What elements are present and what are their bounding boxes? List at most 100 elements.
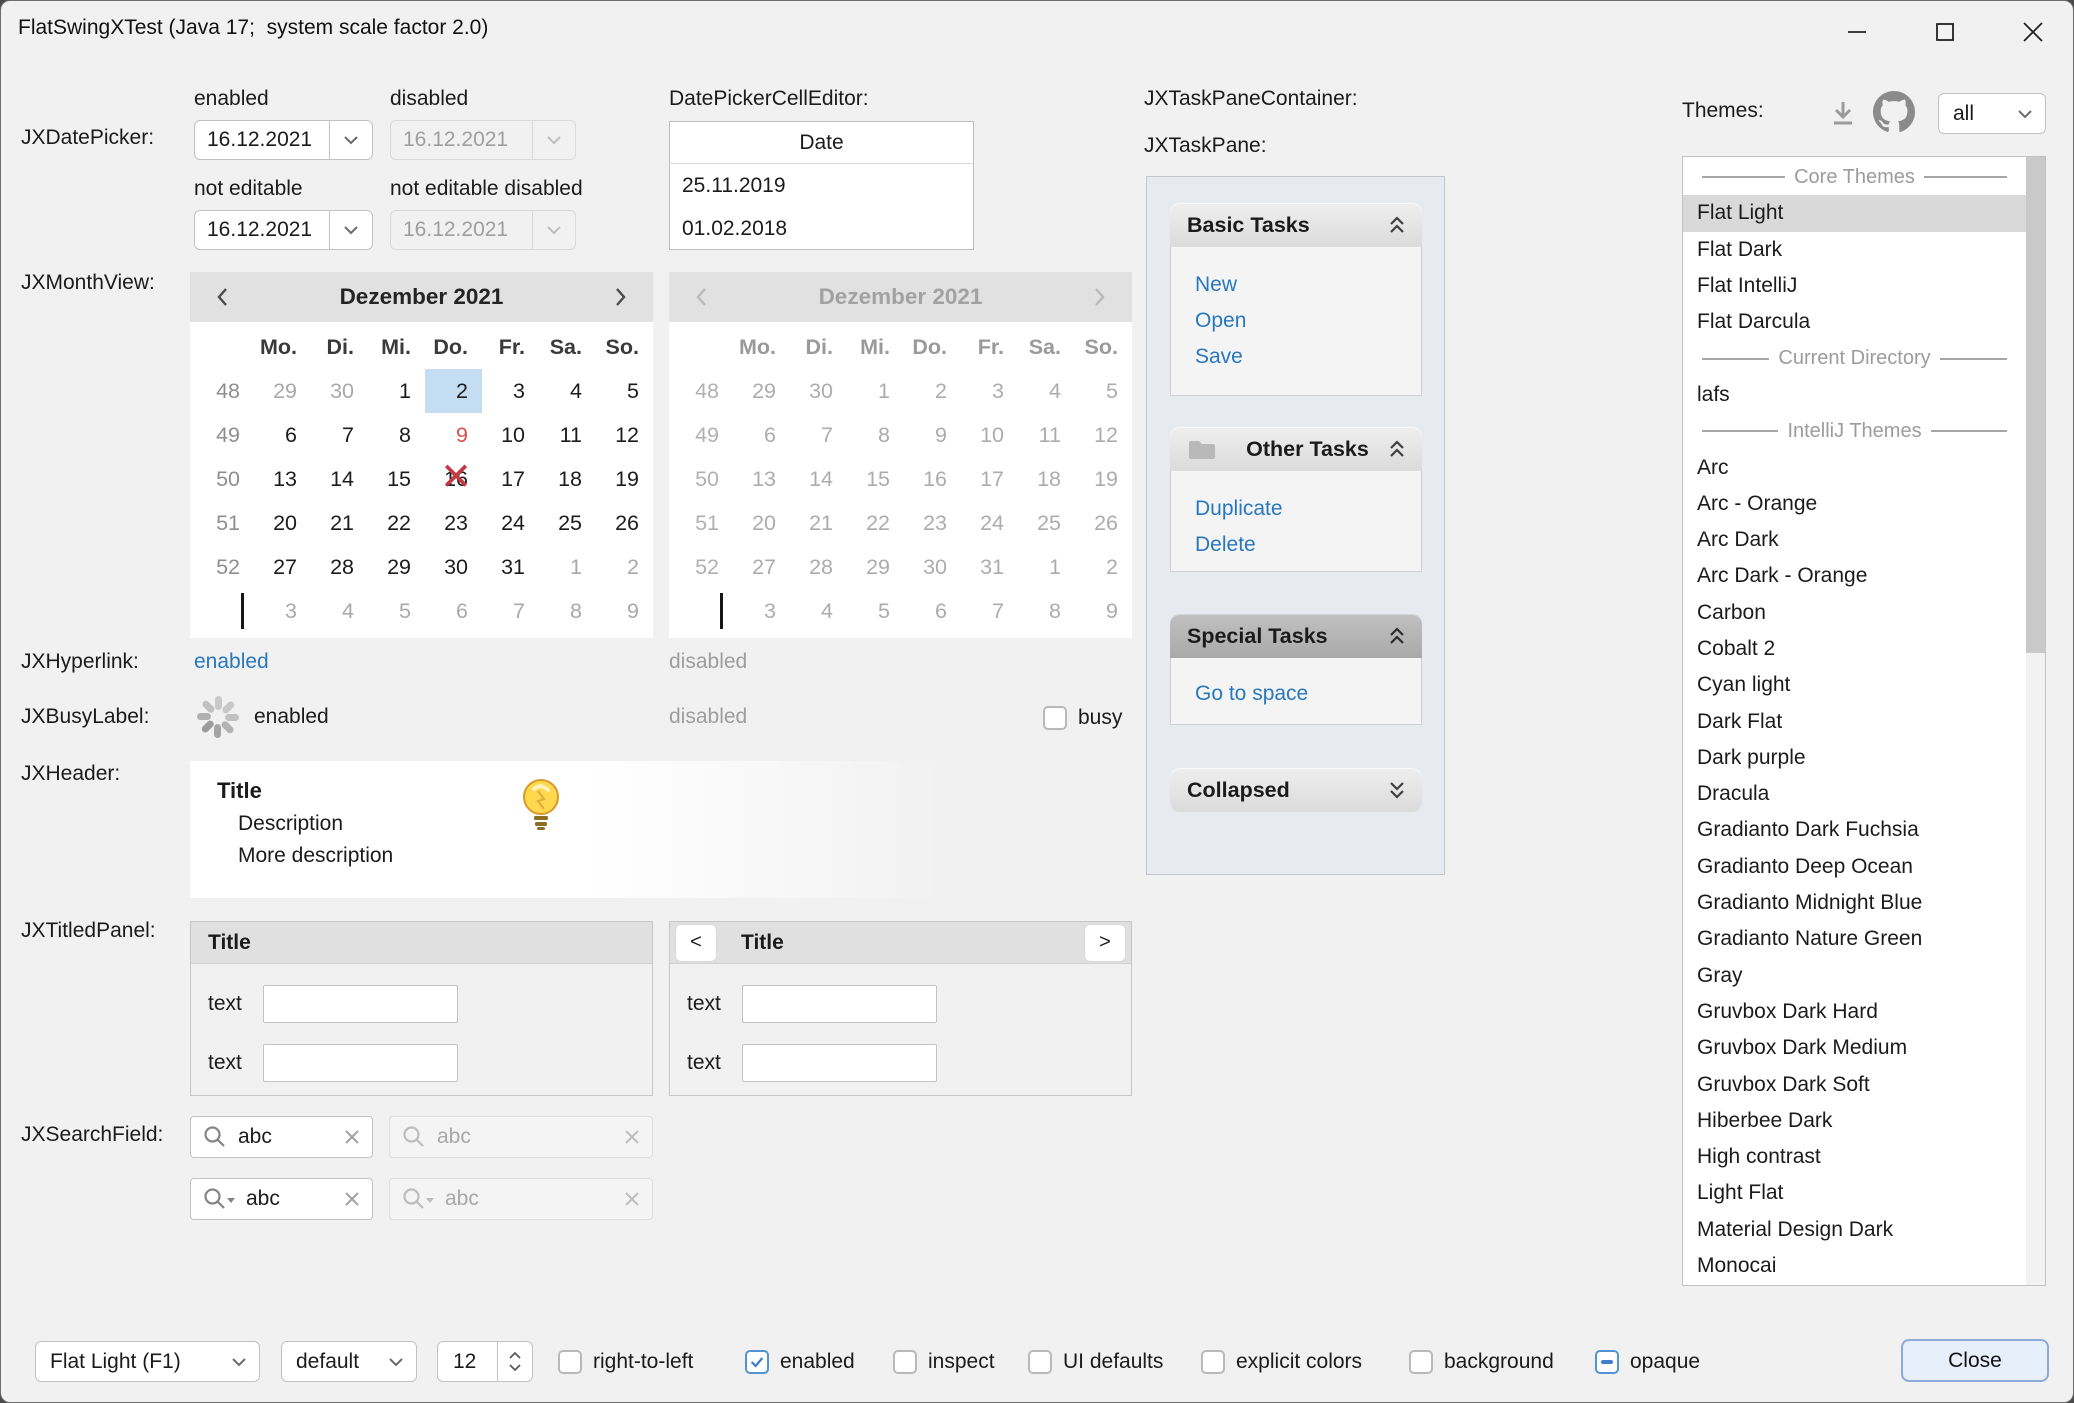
theme-list-item[interactable]: Gray (1683, 958, 2026, 994)
calendar-cell[interactable]: 23 (425, 501, 482, 545)
taskpane-link[interactable]: Save (1171, 339, 1421, 375)
collapse-icon[interactable] (1386, 439, 1408, 459)
checkbox-box[interactable] (1409, 1350, 1433, 1374)
theme-list-item[interactable]: Carbon (1683, 595, 2026, 631)
clear-icon[interactable] (343, 1128, 361, 1146)
taskpane-link[interactable]: Delete (1171, 527, 1421, 563)
search-field-enabled[interactable]: abc (190, 1116, 373, 1158)
themes-filter-combobox[interactable]: all (1938, 93, 2046, 134)
calendar-cell[interactable]: 7 (482, 589, 539, 633)
theme-list-item[interactable]: Dark Flat (1683, 703, 2026, 739)
calendar-cell[interactable]: 25 (539, 501, 596, 545)
calendar-cell[interactable]: 51 (190, 501, 254, 545)
taskpane-link[interactable]: Go to space (1171, 676, 1421, 712)
datepicker-value[interactable]: 16.12.2021 (195, 121, 329, 159)
calendar-cell[interactable]: 9 (596, 589, 653, 633)
theme-list-item[interactable]: Core Themes (1683, 159, 2026, 195)
checkbox-box[interactable] (558, 1350, 582, 1374)
calendar-cell[interactable]: 7 (311, 413, 368, 457)
calendar-cell[interactable]: 15 (368, 457, 425, 501)
checkbox-box[interactable] (1028, 1350, 1052, 1374)
chevron-right-icon[interactable] (605, 279, 635, 315)
minimize-button[interactable] (1829, 9, 1885, 55)
hyperlink-enabled[interactable]: enabled (194, 650, 269, 674)
date-table-row[interactable]: 01.02.2018 (670, 207, 973, 250)
theme-list-item[interactable]: Monocai (1683, 1248, 2026, 1284)
theme-list-item[interactable]: Arc - Orange (1683, 486, 2026, 522)
calendar-cell[interactable]: 10 (482, 413, 539, 457)
theme-list-item[interactable]: Gruvbox Dark Soft (1683, 1066, 2026, 1102)
theme-list-item[interactable]: Gruvbox Dark Hard (1683, 994, 2026, 1030)
calendar-cell[interactable]: 8 (368, 413, 425, 457)
taskpane-link[interactable]: Open (1171, 303, 1421, 339)
text-input[interactable] (263, 1044, 458, 1082)
calendar-cell[interactable]: 19 (596, 457, 653, 501)
checkbox-inspect[interactable]: inspect (893, 1347, 995, 1377)
checkbox-background[interactable]: background (1409, 1347, 1554, 1377)
calendar-cell[interactable]: 20 (254, 501, 311, 545)
theme-list-item[interactable]: Nord (1683, 1284, 2026, 1285)
theme-list-item[interactable]: Flat IntelliJ (1683, 268, 2026, 304)
checkbox-box[interactable] (1201, 1350, 1225, 1374)
search-text[interactable]: abc (238, 1125, 333, 1149)
calendar-cell[interactable]: 16 (425, 457, 482, 501)
search-text[interactable]: abc (246, 1187, 333, 1211)
calendar-cell[interactable]: 1 (539, 545, 596, 589)
text-input[interactable] (263, 985, 458, 1023)
checkbox-box[interactable] (1595, 1350, 1619, 1374)
calendar-cell[interactable]: 27 (254, 545, 311, 589)
calendar-cell[interactable]: 14 (311, 457, 368, 501)
checkbox-opaque[interactable]: opaque (1595, 1347, 1700, 1377)
text-input[interactable] (742, 985, 937, 1023)
calendar-cell[interactable]: 2 (425, 369, 482, 413)
taskpane-link[interactable]: New (1171, 267, 1421, 303)
calendar-cell[interactable]: 29 (254, 369, 311, 413)
theme-list-item[interactable]: Arc Dark (1683, 522, 2026, 558)
calendar-cell[interactable]: 8 (539, 589, 596, 633)
collapse-icon[interactable] (1386, 215, 1408, 235)
search-dropdown-icon[interactable] (202, 1186, 236, 1212)
calendar-cell[interactable]: Mi. (368, 325, 425, 369)
checkbox-box[interactable] (745, 1350, 769, 1374)
calendar-cell[interactable]: 13 (254, 457, 311, 501)
calendar-cell[interactable]: 9 (425, 413, 482, 457)
theme-list-item[interactable]: Cyan light (1683, 667, 2026, 703)
theme-list-item[interactable]: Gruvbox Dark Medium (1683, 1030, 2026, 1066)
checkbox-right-to-left[interactable]: right-to-left (558, 1347, 693, 1377)
theme-list-item[interactable]: Arc Dark - Orange (1683, 558, 2026, 594)
theme-list-item[interactable]: IntelliJ Themes (1683, 413, 2026, 449)
close-window-button[interactable] (2005, 9, 2061, 55)
spinner-down-icon[interactable] (508, 1363, 522, 1372)
calendar-cell[interactable]: 52 (190, 545, 254, 589)
calendar-cell[interactable]: 5 (368, 589, 425, 633)
calendar-cell[interactable]: 4 (311, 589, 368, 633)
taskpane-header[interactable]: Special Tasks (1170, 614, 1422, 658)
theme-list-item[interactable]: Dracula (1683, 776, 2026, 812)
calendar-cell[interactable]: 50 (190, 457, 254, 501)
theme-list-item[interactable]: Cobalt 2 (1683, 631, 2026, 667)
calendar-cell[interactable]: 22 (368, 501, 425, 545)
checkbox-ui-defaults[interactable]: UI defaults (1028, 1347, 1163, 1377)
datepicker-field[interactable]: 16.12.2021 (194, 120, 373, 160)
calendar-cell[interactable]: 21 (311, 501, 368, 545)
date-table-row[interactable]: 25.11.2019 (670, 164, 973, 207)
chevron-left-icon[interactable] (208, 279, 238, 315)
theme-list-item[interactable]: Flat Light (1683, 195, 2026, 231)
calendar-cell[interactable]: 31 (482, 545, 539, 589)
calendar-cell[interactable]: 1 (368, 369, 425, 413)
theme-list-item[interactable]: Flat Dark (1683, 232, 2026, 268)
laf-combobox[interactable]: Flat Light (F1) (35, 1341, 260, 1382)
calendar-cell[interactable]: 6 (254, 413, 311, 457)
theme-list-item[interactable]: Gradianto Nature Green (1683, 921, 2026, 957)
calendar-cell[interactable]: 26 (596, 501, 653, 545)
date-table-column-header[interactable]: Date (670, 122, 973, 164)
calendar-cell[interactable]: 4 (539, 369, 596, 413)
next-button[interactable]: > (1084, 924, 1126, 962)
search-field-dropdown-enabled[interactable]: abc (190, 1178, 373, 1220)
calendar-cell[interactable]: 2 (596, 545, 653, 589)
scrollbar[interactable] (2026, 157, 2045, 1285)
theme-list-item[interactable]: Gradianto Dark Fuchsia (1683, 812, 2026, 848)
calendar-cell[interactable]: 18 (539, 457, 596, 501)
checkbox-explicit-colors[interactable]: explicit colors (1201, 1347, 1362, 1377)
taskpane-header[interactable]: Collapsed (1170, 768, 1422, 812)
